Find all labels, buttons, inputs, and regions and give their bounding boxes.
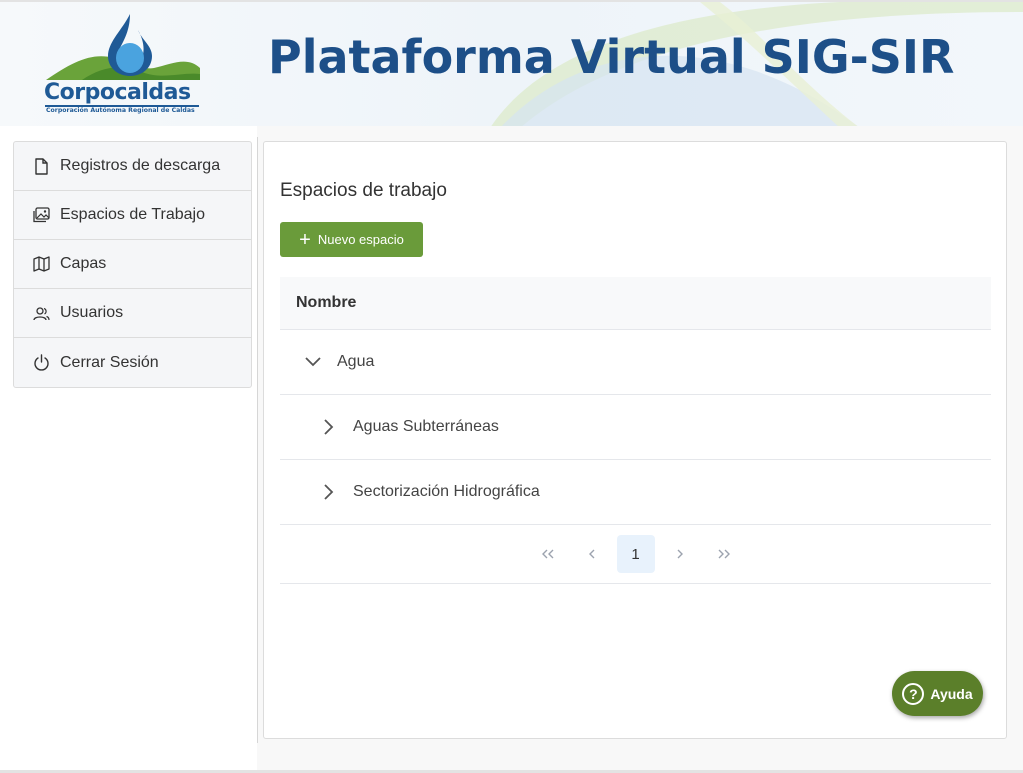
tree-row-aguas-subterraneas[interactable]: Aguas Subterráneas [280,395,991,460]
column-header-nombre: Nombre [280,277,991,330]
sidebar-item-label: Espacios de Trabajo [60,206,205,223]
tree-row-label: Agua [337,353,375,370]
sidebar-item-usuarios[interactable]: Usuarios [14,289,251,338]
header-banner: Corpocaldas Corporación Autónoma Regiona… [0,0,1023,126]
workspaces-card: Espacios de trabajo + Nuevo espacio Nomb… [263,141,1007,739]
file-icon [32,157,50,175]
tree-row-label: Sectorización Hidrográfica [353,483,540,500]
paginator: 1 [280,525,991,584]
chevron-right-icon[interactable] [319,482,339,502]
sidebar-item-label: Capas [60,255,107,272]
tree-row-label: Aguas Subterráneas [353,418,499,435]
page-title: Plataforma Virtual SIG-SIR [268,30,955,84]
chevron-right-icon[interactable] [319,417,339,437]
sidebar-item-label: Cerrar Sesión [60,353,159,371]
first-page-icon[interactable] [529,535,567,573]
images-icon [32,206,50,224]
sidebar-divider [257,137,258,743]
sidebar: Registros de descarga Espacios de Trabaj… [13,141,252,388]
plus-icon: + [299,228,311,251]
sidebar-item-capas[interactable]: Capas [14,240,251,289]
workspaces-tree-table: Nombre Agua Aguas Subterráneas Sectoriza… [280,277,991,584]
new-workspace-label: Nuevo espacio [317,232,404,247]
section-title: Espacios de trabajo [280,180,447,201]
new-workspace-button[interactable]: + Nuevo espacio [280,222,423,257]
map-icon [32,255,50,273]
sidebar-item-label: Usuarios [60,304,124,321]
help-label: Ayuda [930,685,973,702]
sidebar-item-espacios-de-trabajo[interactable]: Espacios de Trabajo [14,191,251,240]
logo-name: Corpocaldas [44,80,191,105]
sidebar-item-registros-de-descarga[interactable]: Registros de descarga [14,142,251,191]
last-page-icon[interactable] [705,535,743,573]
power-icon [32,354,50,372]
sidebar-item-label: Registros de descarga [60,157,221,174]
previous-page-icon[interactable] [573,535,611,573]
help-button[interactable]: ? Ayuda [892,671,983,716]
tree-row-agua[interactable]: Agua [280,330,991,395]
question-icon: ? [902,682,925,705]
chevron-down-icon[interactable] [303,352,323,372]
page-button-current[interactable]: 1 [616,535,655,573]
sidebar-item-cerrar-sesion[interactable]: Cerrar Sesión [14,338,251,387]
logo-subtitle: Corporación Autónoma Regional de Caldas [46,107,195,114]
tree-row-sectorizacion-hidrografica[interactable]: Sectorización Hidrográfica [280,460,991,525]
next-page-icon[interactable] [661,535,699,573]
users-icon [32,304,50,322]
